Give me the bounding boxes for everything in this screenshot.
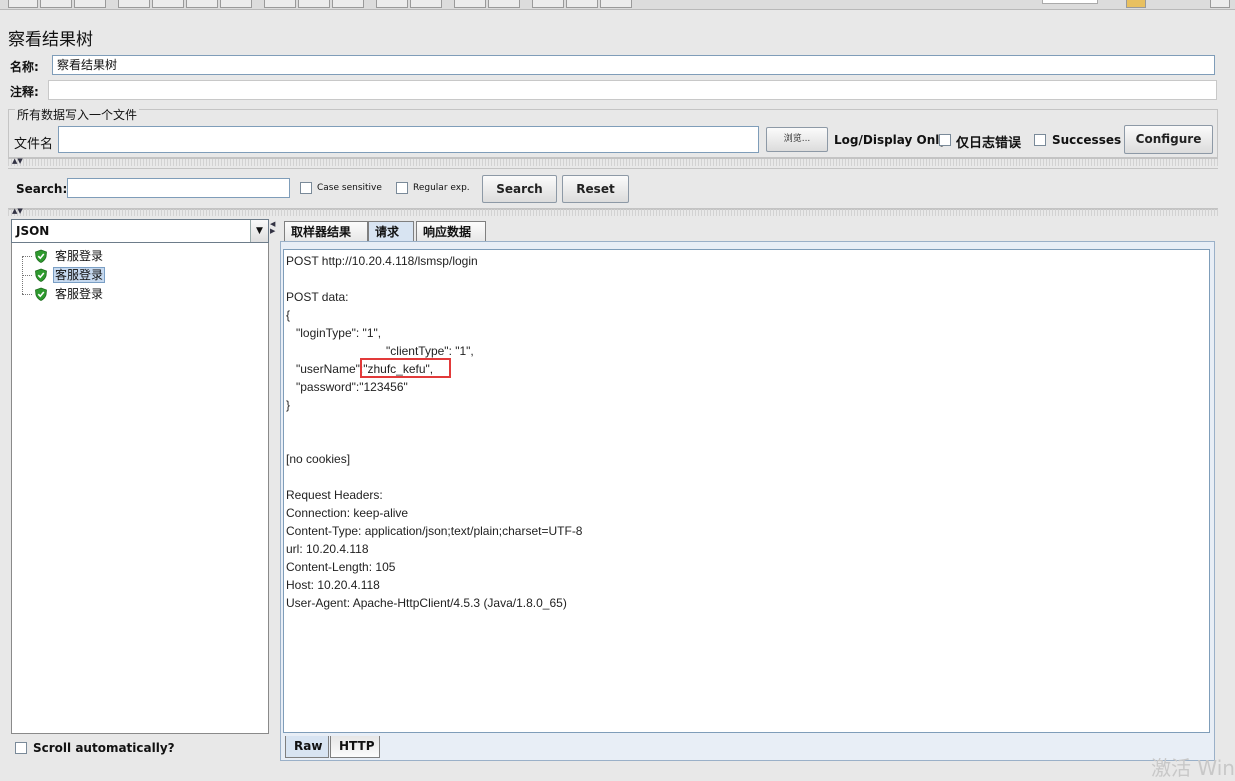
case-sensitive-label: Case sensitive (317, 183, 382, 193)
reset-button[interactable]: Reset (562, 175, 629, 203)
highlight-box (360, 358, 451, 378)
request-content: POST http://10.20.4.118/lsmsp/login POST… (283, 249, 1210, 733)
search-button[interactable]: Search (482, 175, 557, 203)
warning-icon[interactable] (1126, 0, 1146, 8)
tree-item[interactable]: 客服登录 (22, 247, 105, 265)
filename-input[interactable] (58, 126, 759, 153)
splitter[interactable] (8, 158, 1218, 166)
splitter-arrows-icon[interactable]: ▲▼ (12, 208, 23, 215)
toolbar-button[interactable] (118, 0, 150, 8)
toolbar-button[interactable] (532, 0, 564, 8)
toolbar-button[interactable] (152, 0, 184, 8)
tree-item-label: 客服登录 (55, 249, 104, 263)
success-shield-icon (34, 268, 48, 282)
splitter[interactable] (8, 208, 1218, 216)
case-sensitive-checkbox[interactable] (300, 182, 312, 194)
toolbar-button[interactable] (8, 0, 38, 8)
tree-connector (22, 275, 32, 276)
file-group-title: 所有数据写入一个文件 (15, 106, 140, 123)
regex-label: Regular exp. (413, 183, 470, 193)
toolbar-button[interactable] (264, 0, 296, 8)
toolbar-button[interactable] (600, 0, 632, 8)
tab-http[interactable]: HTTP (330, 736, 380, 758)
tree-item-label: 客服登录 (53, 267, 106, 283)
filename-label: 文件名 (14, 137, 54, 152)
toolbar-field (1042, 0, 1098, 4)
successes-label: Successes (1052, 133, 1122, 147)
chevron-down-icon[interactable]: ▼ (250, 220, 268, 242)
scroll-auto-checkbox[interactable] (15, 742, 27, 754)
toolbar-button[interactable] (1210, 0, 1230, 8)
search-input[interactable] (67, 178, 290, 198)
toolbar-button[interactable] (186, 0, 218, 8)
toolbar-button[interactable] (332, 0, 364, 8)
splitter-arrows-icon[interactable]: ▲▼ (12, 158, 23, 165)
tree-connector (22, 294, 32, 295)
toolbar-button[interactable] (40, 0, 72, 8)
tab-request[interactable]: 请求 (368, 221, 414, 242)
renderer-select[interactable]: JSON ▼ (11, 219, 269, 243)
success-shield-icon (34, 287, 48, 301)
toolbar-button[interactable] (566, 0, 598, 8)
log-display-label: Log/Display Only: (834, 133, 952, 147)
splitter-arrows-icon[interactable]: ◀ ▶ (270, 221, 275, 235)
regex-checkbox[interactable] (396, 182, 408, 194)
scroll-auto-label: Scroll automatically? (33, 741, 175, 755)
errors-only-label: 仅日志错误 (956, 136, 1022, 151)
toolbar-button[interactable] (220, 0, 252, 8)
errors-only-checkbox[interactable] (939, 134, 951, 146)
toolbar-button[interactable] (376, 0, 408, 8)
toolbar-button[interactable] (74, 0, 106, 8)
toolbar-button[interactable] (298, 0, 330, 8)
tree-item-label: 客服登录 (55, 287, 104, 301)
browse-button[interactable]: 浏览... (766, 127, 828, 152)
configure-button[interactable]: Configure (1124, 125, 1213, 154)
request-text: POST http://10.20.4.118/lsmsp/login POST… (286, 254, 583, 610)
search-label: Search: (16, 182, 68, 196)
top-toolbar (0, 0, 1235, 10)
toolbar-button[interactable] (488, 0, 520, 8)
panel-title: 察看结果树 (8, 30, 93, 50)
tab-response-data[interactable]: 响应数据 (416, 221, 486, 242)
success-shield-icon (34, 249, 48, 263)
name-label: 名称: (10, 60, 39, 74)
name-field[interactable]: 察看结果树 (52, 55, 1215, 75)
comment-label: 注释: (10, 85, 39, 99)
toolbar-button[interactable] (454, 0, 486, 8)
tree-item[interactable]: 客服登录 (22, 285, 105, 303)
tab-raw[interactable]: Raw (285, 736, 329, 758)
tree-item[interactable]: 客服登录 (22, 266, 106, 284)
successes-checkbox[interactable] (1034, 134, 1046, 146)
renderer-select-value: JSON (16, 224, 50, 238)
tab-sampler-result[interactable]: 取样器结果 (284, 221, 368, 242)
tree-connector (22, 256, 32, 257)
vertical-splitter[interactable]: ◀ ▶ (270, 218, 278, 758)
comment-field[interactable] (48, 80, 1217, 100)
toolbar-button[interactable] (410, 0, 442, 8)
